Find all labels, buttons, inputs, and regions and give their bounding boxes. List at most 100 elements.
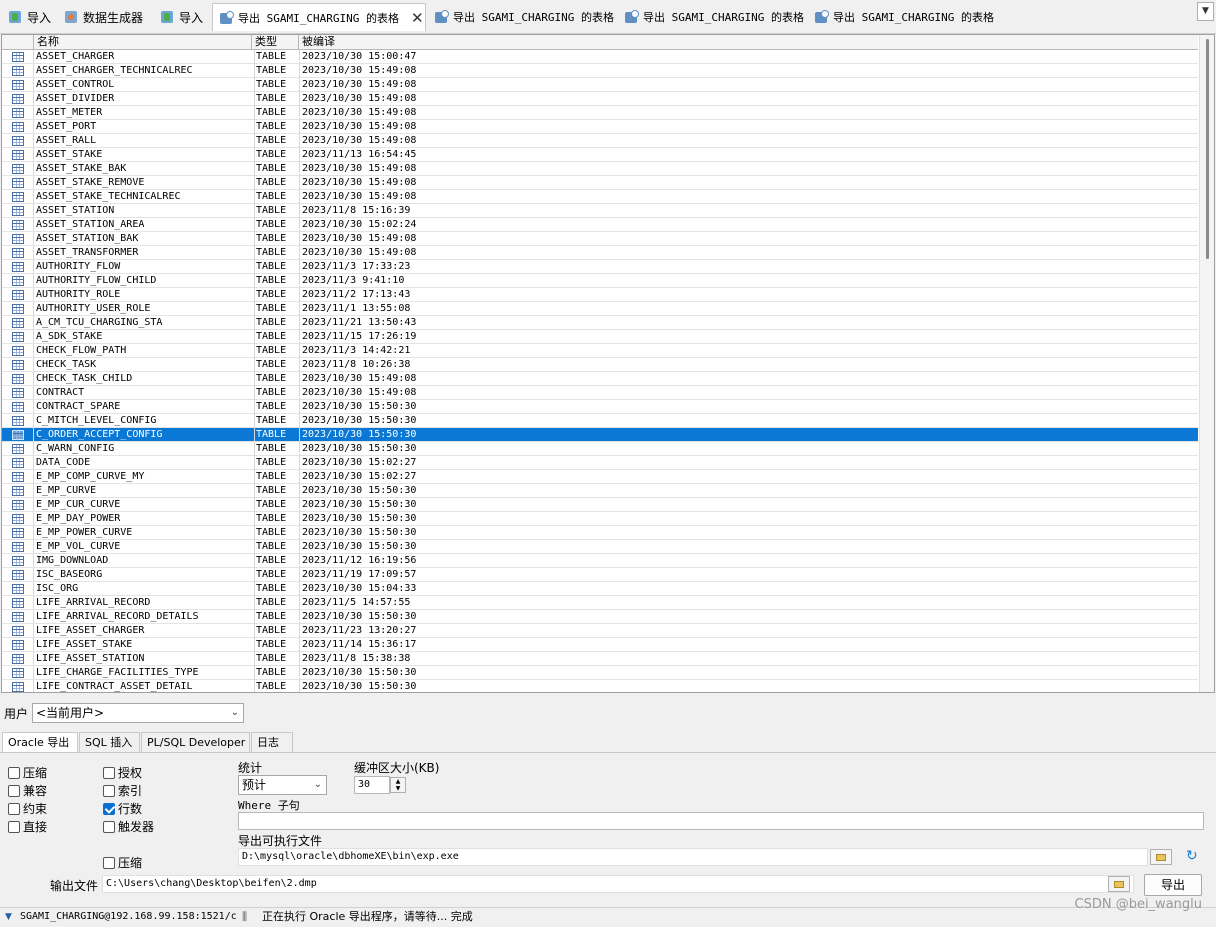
executable-path-input[interactable]: D:\mysql\oracle\dbhomeXE\bin\exp.exe bbox=[238, 848, 1148, 866]
browse-output-folder-icon[interactable] bbox=[1108, 876, 1130, 892]
close-icon[interactable]: ✕ bbox=[411, 10, 424, 25]
where-clause-label: Where 子句 bbox=[238, 799, 300, 812]
table-row-selected[interactable]: C_ORDER_ACCEPT_CONFIG TABLE 2023/10/30 15:… bbox=[2, 428, 1198, 442]
header-type[interactable]: 类型 bbox=[252, 35, 299, 49]
table-row[interactable]: ISC_ORG TABLE 2023/10/30 15:04:33 bbox=[2, 582, 1198, 596]
table-row[interactable]: ASSET_STATION_AREA TABLE 2023/10/30 15:02:… bbox=[2, 218, 1198, 232]
statistics-select[interactable]: 预计 ⌄ bbox=[238, 775, 327, 795]
table-row[interactable]: A_SDK_STAKE TABLE 2023/11/15 17:26:19 bbox=[2, 330, 1198, 344]
table-row[interactable]: LIFE_ASSET_STAKE TABLE 2023/11/14 15:36:17 bbox=[2, 638, 1198, 652]
table-row[interactable]: CONTRACT TABLE 2023/10/30 15:49:08 bbox=[2, 386, 1198, 400]
header-compiled[interactable]: 被编译 bbox=[299, 35, 1198, 49]
table-row[interactable]: ASSET_TRANSFORMER TABLE 2023/10/30 15:49:0… bbox=[2, 246, 1198, 260]
cell-name: ASSET_STATION_AREA bbox=[36, 219, 145, 230]
tab-export-4[interactable]: 导出 SGAMI_CHARGING 的表格 bbox=[808, 3, 996, 31]
user-select[interactable]: <当前用户> ⌄ bbox=[32, 703, 244, 723]
cell-name: E_MP_COMP_CURVE_MY bbox=[36, 471, 145, 482]
where-clause-input[interactable] bbox=[238, 812, 1204, 830]
table-row[interactable]: ASSET_STATION_BAK TABLE 2023/10/30 15:49:0… bbox=[2, 232, 1198, 246]
table-row[interactable]: CONTRACT_SPARE TABLE 2023/10/30 15:50:30 bbox=[2, 400, 1198, 414]
buffer-size-input[interactable]: 30 bbox=[354, 776, 390, 794]
table-row[interactable]: E_MP_CUR_CURVE TABLE 2023/10/30 15:50:30 bbox=[2, 498, 1198, 512]
pin-icon[interactable]: ⫼ bbox=[242, 908, 247, 926]
table-row[interactable]: ASSET_CHARGER_TECHNICALREC TABLE 2023/10/3… bbox=[2, 64, 1198, 78]
tab-export-active[interactable]: 导出 SGAMI_CHARGING 的表格 ✕ bbox=[212, 3, 426, 31]
table-row[interactable]: CHECK_TASK TABLE 2023/11/8 10:26:38 bbox=[2, 358, 1198, 372]
refresh-icon[interactable]: ↻ bbox=[1186, 848, 1198, 864]
cell-type: TABLE bbox=[254, 274, 300, 288]
table-row[interactable]: A_CM_TCU_CHARGING_STA TABLE 2023/11/21 13:… bbox=[2, 316, 1198, 330]
rows-checkbox[interactable]: 行数 bbox=[103, 800, 142, 817]
table-row[interactable]: ASSET_STAKE TABLE 2023/11/13 16:54:45 bbox=[2, 148, 1198, 162]
table-row[interactable]: CHECK_FLOW_PATH TABLE 2023/11/3 14:42:21 bbox=[2, 344, 1198, 358]
vertical-scrollbar[interactable] bbox=[1199, 35, 1214, 692]
table-row[interactable]: ASSET_PORT TABLE 2023/10/30 15:49:08 bbox=[2, 120, 1198, 134]
table-row[interactable]: AUTHORITY_FLOW TABLE 2023/11/3 17:33:23 bbox=[2, 260, 1198, 274]
output-file-input[interactable]: C:\Users\chang\Desktop\beifen\2.dmp bbox=[102, 875, 1134, 893]
table-row[interactable]: ASSET_METER TABLE 2023/10/30 15:49:08 bbox=[2, 106, 1198, 120]
table-row[interactable]: ASSET_STAKE_TECHNICALREC TABLE 2023/10/30 … bbox=[2, 190, 1198, 204]
table-row[interactable]: ASSET_STATION TABLE 2023/11/8 15:16:39 bbox=[2, 204, 1198, 218]
buffer-size-spinner[interactable]: ▲ ▼ bbox=[390, 777, 406, 793]
tab-export-2[interactable]: 导出 SGAMI_CHARGING 的表格 bbox=[428, 3, 616, 31]
table-row[interactable]: ISC_BASEORG TABLE 2023/11/19 17:09:57 bbox=[2, 568, 1198, 582]
connection-info[interactable]: SGAMI_CHARGING@192.168.99.158:1521/c bbox=[20, 908, 240, 926]
object-table-grid[interactable]: 名称 类型 被编译 ASSET_CHARGER TABLE 2023/10/30 1… bbox=[1, 34, 1215, 693]
cell-type: TABLE bbox=[254, 414, 300, 428]
table-icon bbox=[12, 122, 24, 132]
table-row[interactable]: ASSET_STAKE_REMOVE TABLE 2023/10/30 15:49:… bbox=[2, 176, 1198, 190]
table-row[interactable]: LIFE_ARRIVAL_RECORD TABLE 2023/11/5 14:57:… bbox=[2, 596, 1198, 610]
table-row[interactable]: ASSET_CHARGER TABLE 2023/10/30 15:00:47 bbox=[2, 50, 1198, 64]
table-row[interactable]: C_WARN_CONFIG TABLE 2023/10/30 15:50:30 bbox=[2, 442, 1198, 456]
indexes-checkbox[interactable]: 索引 bbox=[103, 782, 142, 799]
export-icon bbox=[814, 10, 829, 24]
tab-data-generator[interactable]: 数据生成器 bbox=[58, 3, 154, 31]
compress-checkbox[interactable]: 压缩 bbox=[8, 764, 47, 781]
tab-export-3[interactable]: 导出 SGAMI_CHARGING 的表格 bbox=[618, 3, 806, 31]
table-row[interactable]: ASSET_CONTROL TABLE 2023/10/30 15:49:08 bbox=[2, 78, 1198, 92]
table-row[interactable]: E_MP_POWER_CURVE TABLE 2023/10/30 15:50:30 bbox=[2, 526, 1198, 540]
compatible-checkbox[interactable]: 兼容 bbox=[8, 782, 47, 799]
browse-executable-folder-icon[interactable] bbox=[1150, 849, 1172, 865]
table-row[interactable]: LIFE_ASSET_STATION TABLE 2023/11/8 15:38:3… bbox=[2, 652, 1198, 666]
row-icon-cell bbox=[2, 666, 34, 679]
connection-dropdown-icon[interactable]: ▼ bbox=[5, 908, 12, 926]
table-row[interactable]: DATA_CODE TABLE 2023/10/30 15:02:27 bbox=[2, 456, 1198, 470]
table-row[interactable]: E_MP_VOL_CURVE TABLE 2023/10/30 15:50:30 bbox=[2, 540, 1198, 554]
table-row[interactable]: ASSET_DIVIDER TABLE 2023/10/30 15:49:08 bbox=[2, 92, 1198, 106]
compress-output-checkbox[interactable]: 压缩 bbox=[103, 854, 142, 871]
tab-import-2[interactable]: 导入 bbox=[154, 3, 210, 31]
cell-type: TABLE bbox=[254, 246, 300, 260]
table-row[interactable]: IMG_DOWNLOAD TABLE 2023/11/12 16:19:56 bbox=[2, 554, 1198, 568]
direct-checkbox[interactable]: 直接 bbox=[8, 818, 47, 835]
grants-checkbox[interactable]: 授权 bbox=[103, 764, 142, 781]
tab-sql-insert[interactable]: SQL 插入 bbox=[79, 732, 140, 752]
table-row[interactable]: LIFE_CHARGE_FACILITIES_TYPE TABLE 2023/10/… bbox=[2, 666, 1198, 680]
table-row[interactable]: ASSET_STAKE_BAK TABLE 2023/10/30 15:49:08 bbox=[2, 162, 1198, 176]
table-row[interactable]: LIFE_ASSET_CHARGER TABLE 2023/11/23 13:20:… bbox=[2, 624, 1198, 638]
tab-log[interactable]: 日志 bbox=[251, 732, 293, 752]
header-name[interactable]: 名称 bbox=[34, 35, 252, 49]
table-row[interactable]: E_MP_COMP_CURVE_MY TABLE 2023/10/30 15:02:… bbox=[2, 470, 1198, 484]
cell-type: TABLE bbox=[254, 106, 300, 120]
scrollbar-thumb[interactable] bbox=[1206, 39, 1209, 259]
table-row[interactable]: E_MP_CURVE TABLE 2023/10/30 15:50:30 bbox=[2, 484, 1198, 498]
table-row[interactable]: AUTHORITY_FLOW_CHILD TABLE 2023/11/3 9:41:… bbox=[2, 274, 1198, 288]
table-row[interactable]: E_MP_DAY_POWER TABLE 2023/10/30 15:50:30 bbox=[2, 512, 1198, 526]
export-icon bbox=[434, 10, 449, 24]
table-row[interactable]: AUTHORITY_USER_ROLE TABLE 2023/11/1 13:55:… bbox=[2, 302, 1198, 316]
tab-list-dropdown-icon[interactable]: ▼ bbox=[1197, 2, 1214, 21]
export-button[interactable]: 导出 bbox=[1144, 874, 1202, 896]
triggers-checkbox[interactable]: 触发器 bbox=[103, 818, 154, 835]
constraints-checkbox[interactable]: 约束 bbox=[8, 800, 47, 817]
table-row[interactable]: ASSET_RALL TABLE 2023/10/30 15:49:08 bbox=[2, 134, 1198, 148]
table-row[interactable]: AUTHORITY_ROLE TABLE 2023/11/2 17:13:43 bbox=[2, 288, 1198, 302]
table-row[interactable]: LIFE_ARRIVAL_RECORD_DETAILS TABLE 2023/10/… bbox=[2, 610, 1198, 624]
tab-plsql-developer[interactable]: PL/SQL Developer bbox=[141, 732, 250, 752]
table-row[interactable]: LIFE_CONTRACT_ASSET_DETAIL TABLE 2023/10/3… bbox=[2, 680, 1198, 692]
table-row[interactable]: C_MITCH_LEVEL_CONFIG TABLE 2023/10/30 15:5… bbox=[2, 414, 1198, 428]
table-row[interactable]: CHECK_TASK_CHILD TABLE 2023/10/30 15:49:08 bbox=[2, 372, 1198, 386]
tab-import-1[interactable]: 导入 bbox=[2, 3, 58, 31]
cell-compiled: 2023/10/30 15:50:30 bbox=[299, 540, 602, 554]
tab-oracle-export[interactable]: Oracle 导出 bbox=[2, 732, 78, 752]
